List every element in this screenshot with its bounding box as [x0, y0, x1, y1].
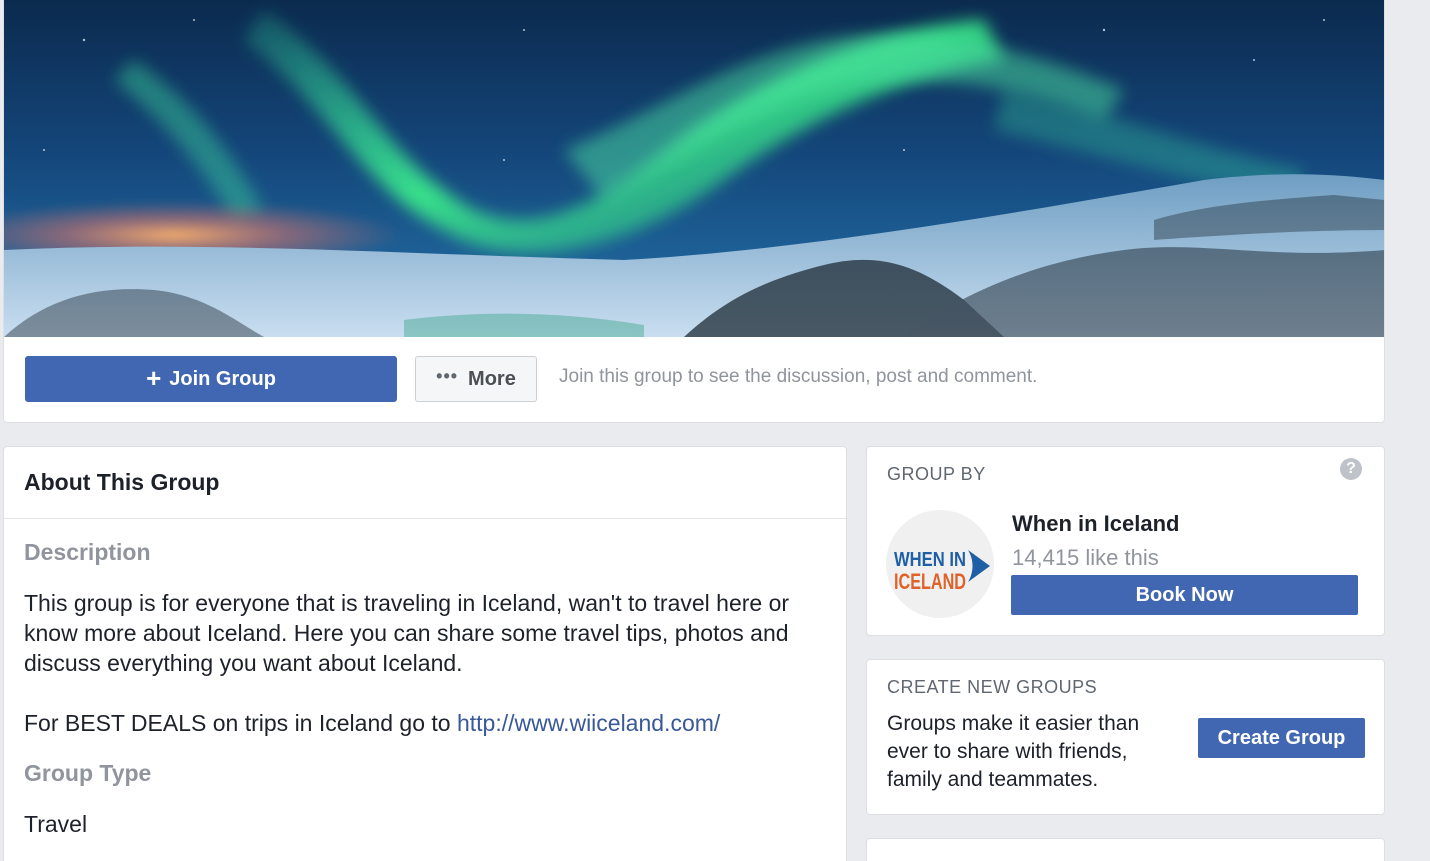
more-button[interactable]: ••• More: [415, 356, 537, 402]
page-likes: 14,415 like this: [1012, 545, 1159, 570]
group-by-title: GROUP BY: [887, 464, 986, 484]
group-type-value: Travel: [24, 811, 88, 837]
when-in-iceland-logo: WHEN IN ICELAND: [886, 510, 994, 618]
group-page: + Join Group ••• More Join this group to…: [0, 0, 1430, 861]
join-hint-text: Join this group to see the discussion, p…: [559, 366, 1038, 387]
logo-line-2: ICELAND: [894, 569, 966, 594]
help-icon[interactable]: ?: [1340, 458, 1362, 480]
group-type-label: Group Type: [24, 760, 152, 786]
description-label: Description: [24, 539, 151, 565]
create-group-button[interactable]: Create Group: [1198, 718, 1365, 758]
join-group-button[interactable]: + Join Group: [25, 356, 397, 402]
plus-icon: +: [146, 363, 162, 393]
about-group-card: About This Group Description This group …: [3, 446, 847, 861]
more-label: More: [468, 367, 516, 390]
join-group-label: Join Group: [169, 367, 276, 390]
deals-link[interactable]: http://www.wiiceland.com/: [457, 710, 720, 736]
create-groups-card: CREATE NEW GROUPS Groups make it easier …: [866, 659, 1385, 815]
create-groups-text: Groups make it easier than ever to share…: [887, 712, 1140, 791]
create-groups-title: CREATE NEW GROUPS: [887, 677, 1098, 697]
deals-prefix: For BEST DEALS on trips in Iceland go to: [24, 710, 457, 736]
page-name[interactable]: When in Iceland: [1012, 511, 1179, 537]
more-dots-icon: •••: [436, 365, 459, 386]
group-action-bar: + Join Group ••• More Join this group to…: [4, 337, 1384, 422]
about-body: Description This group is for everyone t…: [4, 519, 846, 838]
logo-line-1: WHEN IN: [894, 549, 966, 571]
deals-text: For BEST DEALS on trips in Iceland go to…: [24, 708, 826, 738]
book-now-button[interactable]: Book Now: [1011, 575, 1358, 615]
page-logo[interactable]: WHEN IN ICELAND: [886, 510, 994, 618]
description-text: This group is for everyone that is trave…: [24, 590, 790, 676]
cover-card: + Join Group ••• More Join this group to…: [3, 0, 1385, 423]
next-card: [866, 838, 1385, 861]
group-by-card: GROUP BY ? WHEN IN ICELAND When in Icela…: [866, 446, 1385, 636]
cover-photo: [4, 0, 1384, 337]
about-title: About This Group: [4, 447, 846, 519]
